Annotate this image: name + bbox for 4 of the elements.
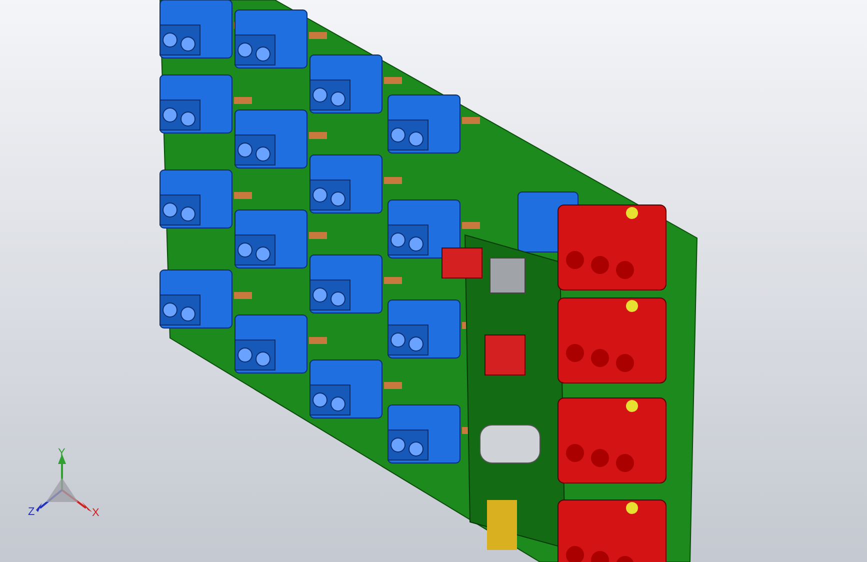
axis-label: Z: [28, 506, 35, 518]
axis-label: Y: [58, 447, 66, 459]
axis-triad-icon: [36, 454, 92, 512]
axis-label: X: [92, 507, 100, 519]
